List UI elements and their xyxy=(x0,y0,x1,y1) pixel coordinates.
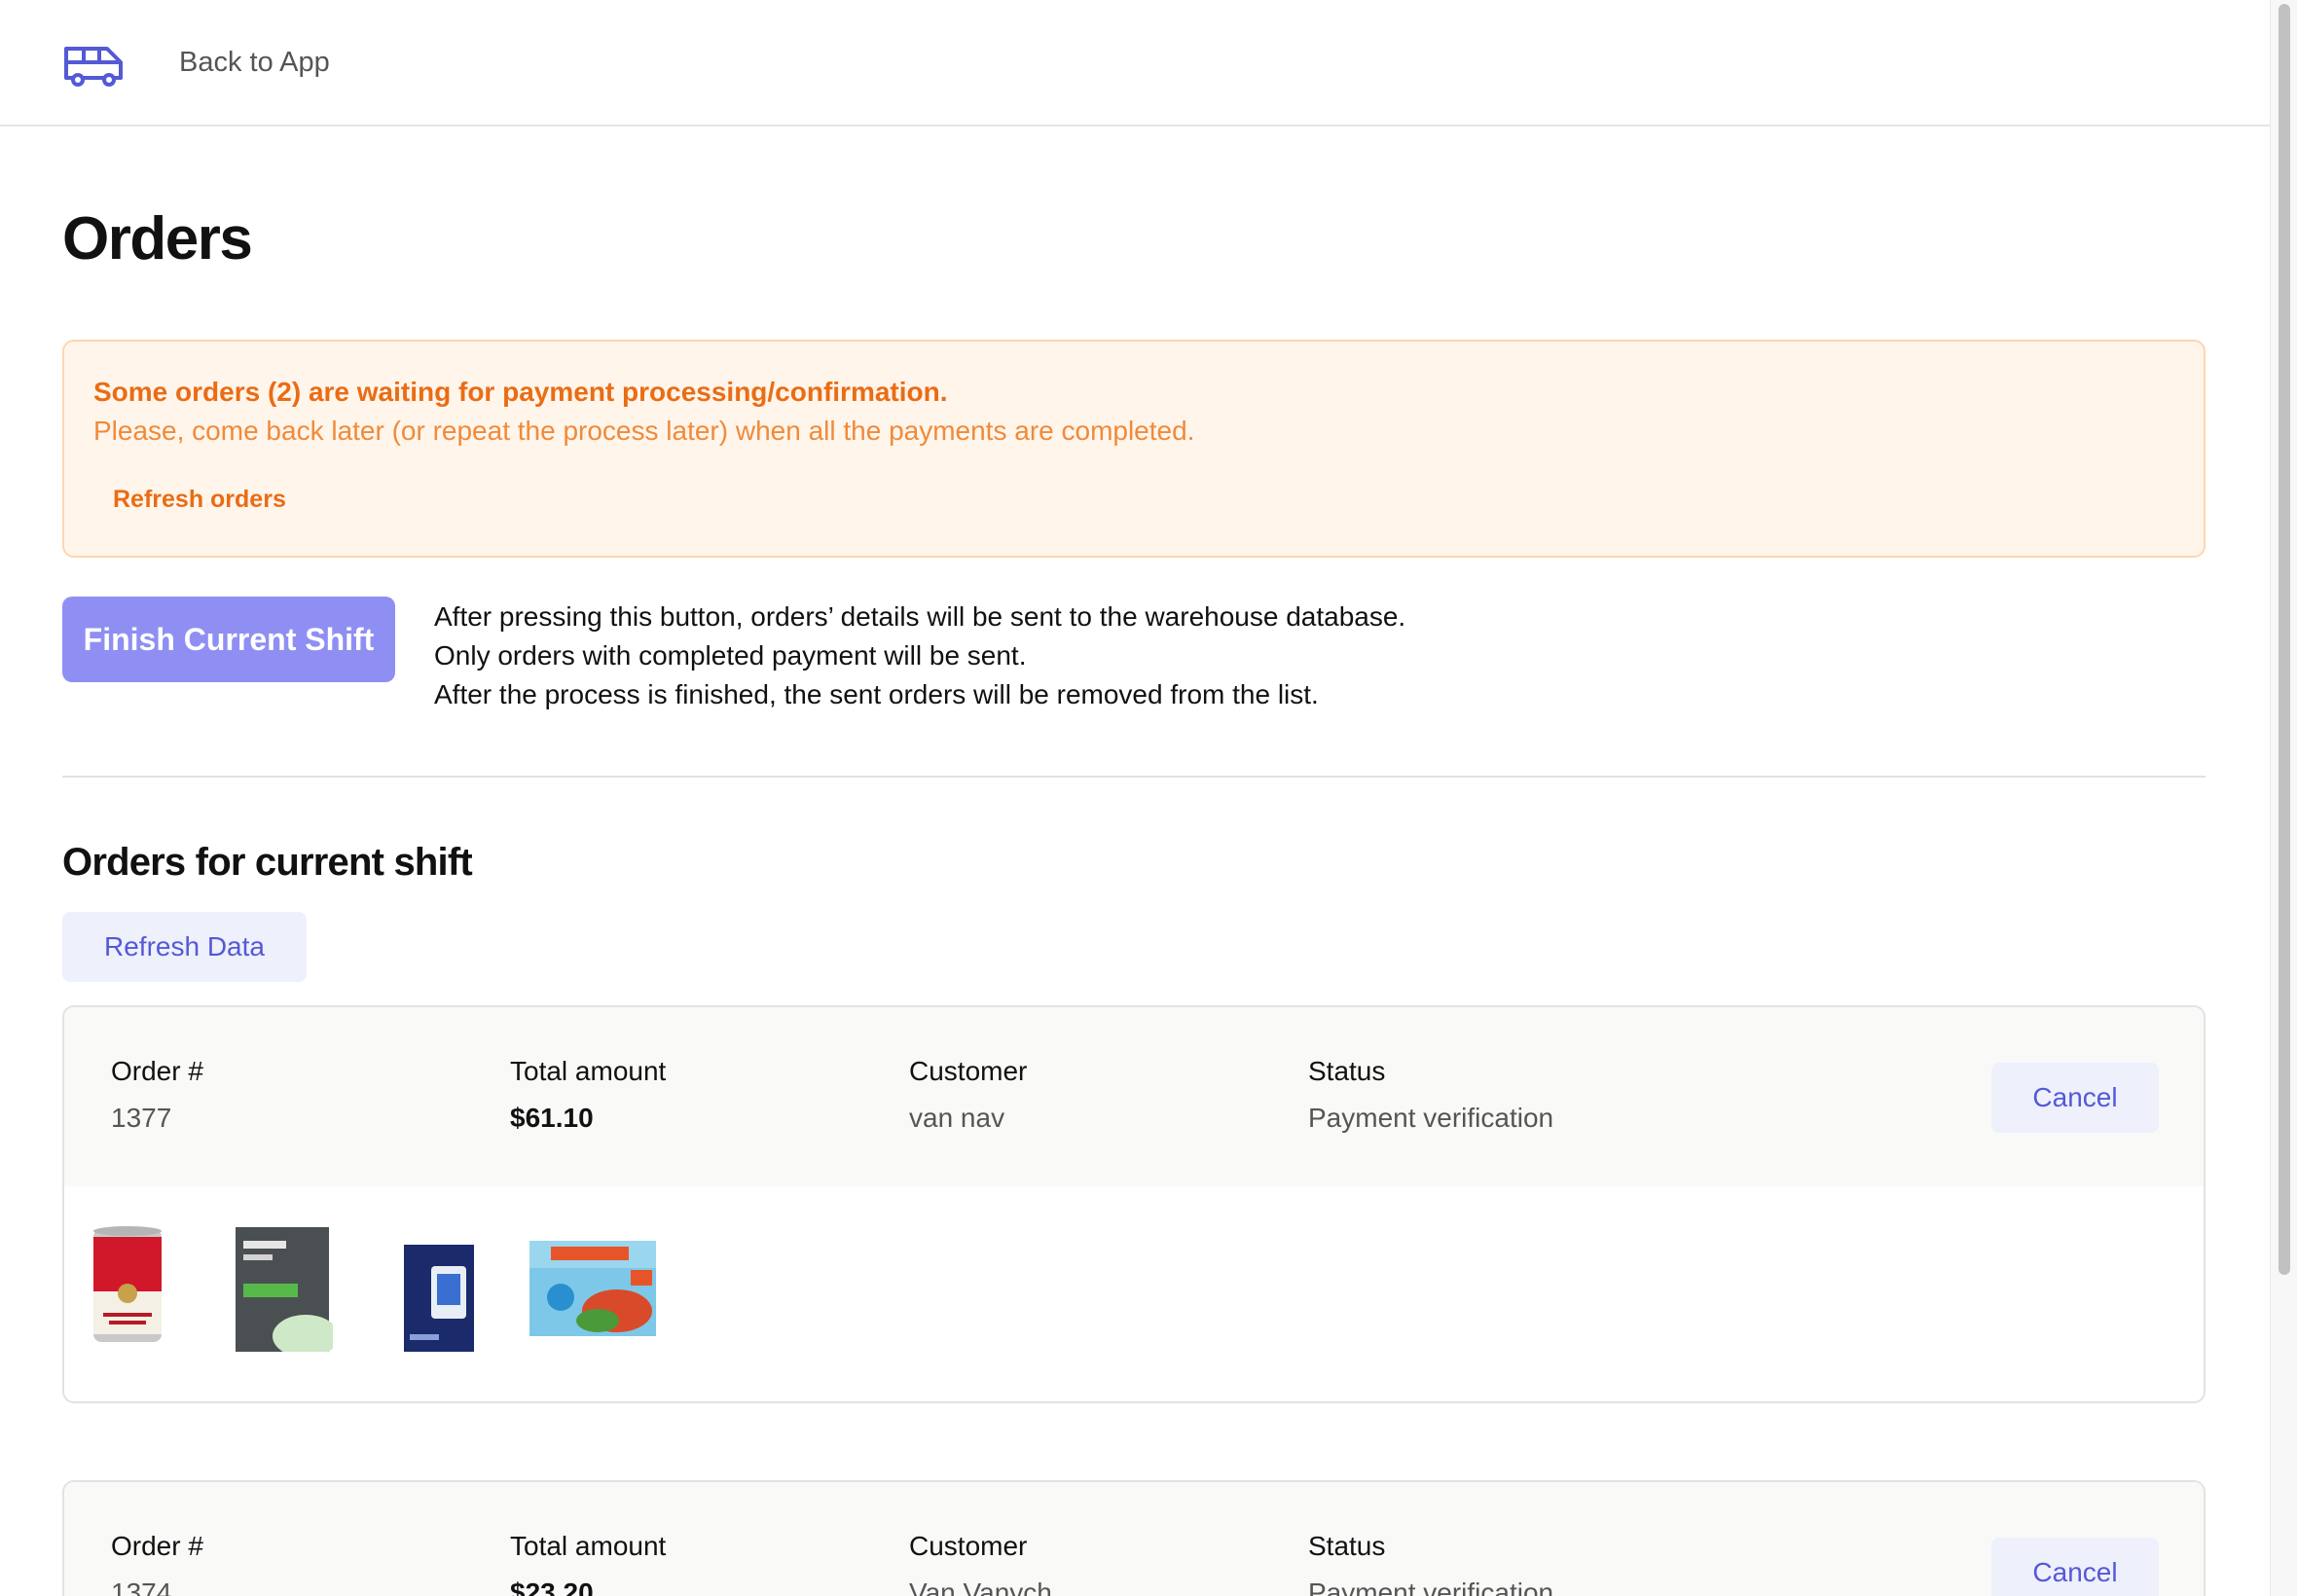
customer-value: Van Vanych xyxy=(909,1578,1052,1596)
order-number-column: Order # 1374 xyxy=(111,1531,203,1596)
order-number-column: Order # 1377 xyxy=(111,1056,203,1134)
order-number-label: Order # xyxy=(111,1531,203,1561)
order-card: Order # 1374 Total amount $23.20 Custome… xyxy=(62,1480,2206,1596)
scrollbar-thumb[interactable] xyxy=(2279,4,2290,1275)
order-number-value: 1377 xyxy=(111,1103,172,1133)
page-scrollbar[interactable] xyxy=(2270,0,2297,1596)
finish-shift-description: After pressing this button, orders’ deta… xyxy=(434,598,1405,714)
blood-pressure-monitor-product-image[interactable] xyxy=(402,1227,476,1352)
order-card: Order # 1377 Total amount $61.10 Custome… xyxy=(62,1005,2206,1403)
order-summary: Order # 1377 Total amount $61.10 Custome… xyxy=(64,1007,2204,1186)
cancel-order-button[interactable]: Cancel xyxy=(1991,1063,2159,1133)
back-to-app-link[interactable]: Back to App xyxy=(179,47,330,79)
soup-can-product-image[interactable] xyxy=(90,1223,165,1348)
delivery-van-icon[interactable] xyxy=(62,41,127,88)
description-line: After the process is finished, the sent … xyxy=(434,679,1319,709)
total-amount-label: Total amount xyxy=(510,1531,667,1561)
status-label: Status xyxy=(1308,1531,1386,1561)
section-divider xyxy=(62,776,2206,778)
total-amount-label: Total amount xyxy=(510,1056,667,1086)
total-amount-column: Total amount $61.10 xyxy=(510,1056,666,1134)
alert-title: Some orders (2) are waiting for payment … xyxy=(93,377,948,407)
cancel-order-button[interactable]: Cancel xyxy=(1991,1538,2159,1596)
status-column: Status Payment verification xyxy=(1308,1531,1553,1596)
total-amount-value: $61.10 xyxy=(510,1103,594,1133)
order-products xyxy=(64,1186,2204,1401)
alert-message: Please, come back later (or repeat the p… xyxy=(93,416,1195,446)
order-number-label: Order # xyxy=(111,1056,203,1086)
refresh-orders-button[interactable]: Refresh orders xyxy=(113,486,286,514)
refresh-data-button[interactable]: Refresh Data xyxy=(62,912,307,982)
orders-section-title: Orders for current shift xyxy=(62,841,473,884)
status-value: Payment verification xyxy=(1308,1578,1554,1596)
status-label: Status xyxy=(1308,1056,1386,1086)
total-amount-value: $23.20 xyxy=(510,1578,594,1596)
customer-label: Customer xyxy=(909,1531,1028,1561)
customer-value: van nav xyxy=(909,1103,1005,1133)
total-amount-column: Total amount $23.20 xyxy=(510,1531,666,1596)
page-title: Orders xyxy=(62,205,253,272)
status-value: Payment verification xyxy=(1308,1103,1554,1133)
order-number-value: 1374 xyxy=(111,1578,172,1596)
order-summary: Order # 1374 Total amount $23.20 Custome… xyxy=(64,1482,2204,1596)
payment-warning-alert: Some orders (2) are waiting for payment … xyxy=(62,340,2206,558)
finish-current-shift-button[interactable]: Finish Current Shift xyxy=(62,597,395,682)
status-column: Status Payment verification xyxy=(1308,1056,1553,1134)
top-navigation: Back to App xyxy=(0,0,2270,127)
body-wash-product-image[interactable] xyxy=(236,1227,333,1352)
seasoning-box-product-image[interactable] xyxy=(529,1241,656,1336)
customer-column: Customer van nav xyxy=(909,1056,1027,1134)
description-line: Only orders with completed payment will … xyxy=(434,640,1027,671)
customer-label: Customer xyxy=(909,1056,1028,1086)
customer-column: Customer Van Vanych xyxy=(909,1531,1052,1596)
description-line: After pressing this button, orders’ deta… xyxy=(434,601,1406,632)
